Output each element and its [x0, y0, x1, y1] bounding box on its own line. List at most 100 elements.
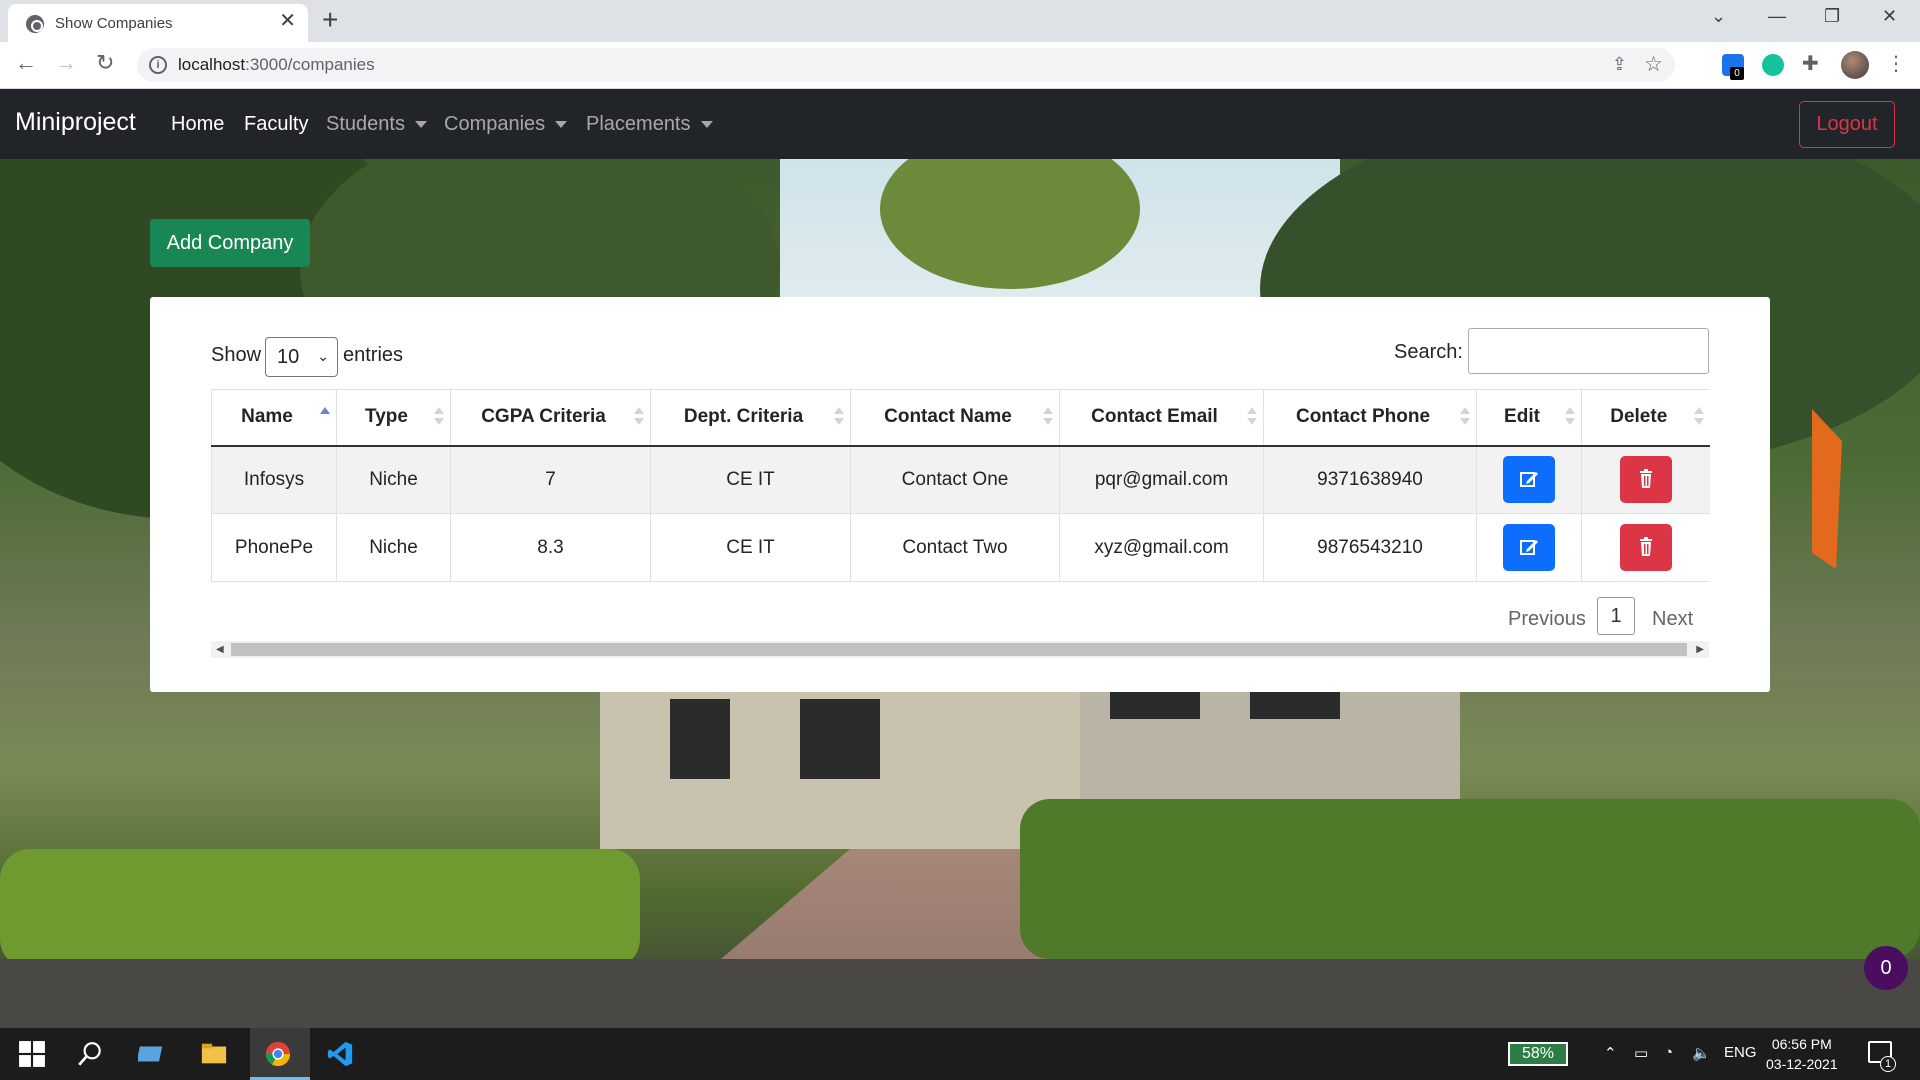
- browser-tab[interactable]: Show Companies ✕: [8, 4, 308, 42]
- cell-contact-name: Contact One: [850, 445, 1060, 514]
- forward-arrow-icon[interactable]: →: [55, 50, 77, 76]
- trash-icon: [1639, 469, 1652, 489]
- cell-type: Niche: [336, 445, 451, 514]
- edit-icon: [1520, 472, 1538, 488]
- restore-button[interactable]: ❐: [1824, 6, 1840, 27]
- column-header-label: Type: [365, 406, 408, 428]
- column-header-delete[interactable]: Delete: [1581, 389, 1710, 447]
- tab-search-icon[interactable]: ⌄: [1711, 6, 1726, 27]
- cell-cgpa: 7: [450, 445, 651, 514]
- scrollbar-thumb[interactable]: [231, 643, 1687, 656]
- column-header-label: Name: [241, 406, 293, 428]
- pagination-next[interactable]: Next: [1652, 608, 1693, 631]
- volume-icon[interactable]: 🔈: [1692, 1044, 1711, 1062]
- nav-students-label: Students: [326, 113, 405, 135]
- nav-students-dropdown[interactable]: Students: [326, 113, 427, 136]
- minimize-button[interactable]: —: [1768, 6, 1786, 27]
- nav-placements-label: Placements: [586, 113, 691, 135]
- column-header-dept[interactable]: Dept. Criteria: [650, 389, 851, 447]
- nav-faculty[interactable]: Faculty: [244, 113, 308, 136]
- pagination-page-current[interactable]: 1: [1597, 597, 1635, 635]
- wifi-icon[interactable]: ◔: [1664, 1044, 1673, 1061]
- search-input[interactable]: [1468, 328, 1709, 374]
- search-icon[interactable]: [76, 1040, 104, 1068]
- back-arrow-icon[interactable]: ←: [15, 50, 37, 76]
- taskbar: 58% ⌃ ▭ ◔ 🔈 ENG 06:56 PM 03-12-2021 1: [0, 1028, 1920, 1080]
- cell-contact-name: Contact Two: [850, 513, 1060, 582]
- table-header-row: Name Type CGPA Criteria Dept. Criteria C…: [211, 389, 1710, 447]
- chrome-icon[interactable]: [264, 1040, 292, 1068]
- sort-ascending-icon: [320, 407, 330, 429]
- show-label: Show: [211, 344, 262, 366]
- flag: [1812, 409, 1842, 569]
- column-header-edit[interactable]: Edit: [1476, 389, 1582, 447]
- grammarly-icon[interactable]: [1762, 54, 1784, 76]
- nav-placements-dropdown[interactable]: Placements: [586, 113, 713, 136]
- menu-kebab-icon[interactable]: ⋮: [1886, 51, 1906, 76]
- browser-tab-strip: Show Companies ✕ + ⌄ — ❐ ✕: [0, 0, 1920, 42]
- cell-name: Infosys: [211, 445, 337, 514]
- sort-icon: [1460, 407, 1470, 429]
- close-window-button[interactable]: ✕: [1882, 6, 1897, 27]
- vscode-icon[interactable]: [326, 1040, 354, 1068]
- new-tab-button[interactable]: +: [322, 6, 338, 34]
- scroll-right-arrow-icon[interactable]: ▶: [1696, 644, 1704, 655]
- logout-button[interactable]: Logout: [1799, 101, 1895, 148]
- cell-dept: CE IT: [650, 513, 851, 582]
- caret-down-icon: [555, 121, 568, 129]
- cell-name: PhonePe: [211, 513, 337, 582]
- url-text[interactable]: localhost:3000/companies: [178, 55, 375, 75]
- pagination-previous[interactable]: Previous: [1508, 608, 1586, 631]
- windows-start-icon[interactable]: [18, 1040, 46, 1068]
- scroll-left-arrow-icon[interactable]: ◀: [216, 644, 224, 655]
- language-indicator[interactable]: ENG: [1724, 1044, 1757, 1061]
- share-icon[interactable]: ⇪: [1612, 54, 1627, 75]
- clock-time: 06:56 PM: [1771, 1036, 1832, 1052]
- site-info-icon[interactable]: i: [149, 56, 167, 74]
- puzzle-icon[interactable]: ✚: [1802, 51, 1824, 75]
- column-header-contact-phone[interactable]: Contact Phone: [1263, 389, 1477, 447]
- chevron-down-icon: ⌄: [317, 348, 329, 364]
- cell-delete: [1581, 445, 1710, 514]
- cell-contact-email: pqr@gmail.com: [1059, 445, 1264, 514]
- sort-icon: [1043, 407, 1053, 429]
- column-header-cgpa[interactable]: CGPA Criteria: [450, 389, 651, 447]
- column-header-name[interactable]: Name: [211, 389, 337, 447]
- tab-title: Show Companies: [55, 15, 173, 32]
- column-header-label: Delete: [1610, 406, 1668, 428]
- navbar-brand[interactable]: Miniproject: [15, 108, 136, 137]
- delete-button[interactable]: [1619, 456, 1672, 504]
- cell-dept: CE IT: [650, 445, 851, 514]
- delete-button[interactable]: [1619, 524, 1672, 571]
- globe-icon: [26, 15, 44, 33]
- column-header-contact-email[interactable]: Contact Email: [1059, 389, 1264, 447]
- add-company-button[interactable]: Add Company: [150, 219, 310, 267]
- tab-close-button[interactable]: ✕: [279, 11, 296, 31]
- caret-down-icon: [700, 121, 713, 129]
- edit-button[interactable]: [1503, 456, 1555, 504]
- bookmark-star-icon[interactable]: ☆: [1644, 52, 1663, 77]
- reload-icon[interactable]: ↻: [96, 50, 114, 76]
- column-header-contact-name[interactable]: Contact Name: [850, 389, 1060, 447]
- battery-icon[interactable]: ▭: [1634, 1044, 1648, 1062]
- column-header-type[interactable]: Type: [336, 389, 451, 447]
- nav-companies-label: Companies: [444, 113, 546, 135]
- tablet-app-icon[interactable]: [138, 1040, 166, 1068]
- nav-home[interactable]: Home: [171, 113, 224, 136]
- column-header-label: Contact Name: [884, 406, 1012, 428]
- cell-contact-phone: 9371638940: [1263, 445, 1477, 514]
- address-bar[interactable]: i localhost:3000/companies ⇪ ☆: [137, 48, 1675, 82]
- floating-count-badge[interactable]: 0: [1864, 946, 1908, 990]
- chevron-up-icon[interactable]: ⌃: [1604, 1044, 1617, 1062]
- page-length-select[interactable]: 10 ⌄: [265, 337, 338, 377]
- edit-button[interactable]: [1503, 524, 1555, 571]
- file-explorer-icon[interactable]: [200, 1040, 228, 1068]
- column-header-label: Edit: [1504, 406, 1540, 428]
- cell-type: Niche: [336, 513, 451, 582]
- sort-icon: [634, 407, 644, 429]
- battery-indicator[interactable]: 58%: [1508, 1042, 1568, 1066]
- clock[interactable]: 06:56 PM 03-12-2021: [1766, 1034, 1838, 1074]
- nav-companies-dropdown[interactable]: Companies: [444, 113, 568, 136]
- horizontal-scrollbar[interactable]: ◀ ▶: [211, 641, 1709, 658]
- profile-avatar[interactable]: [1841, 51, 1869, 79]
